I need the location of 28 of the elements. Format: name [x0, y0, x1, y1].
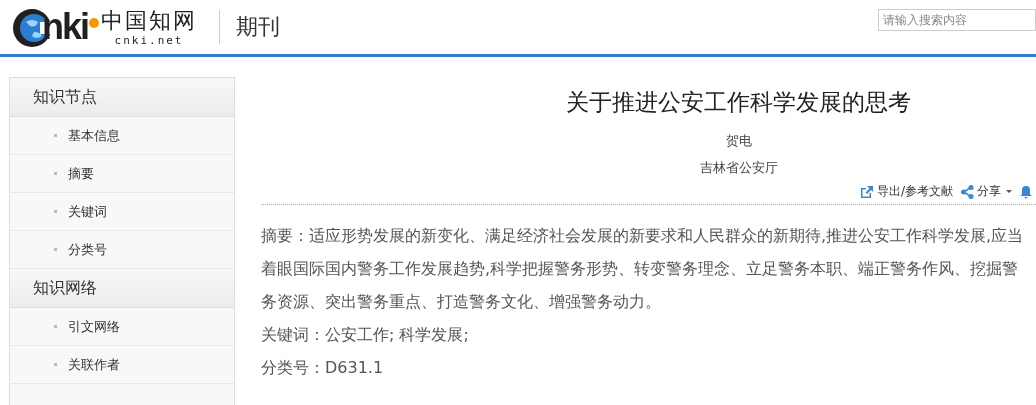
export-link[interactable]: 导出/参考文献 [859, 183, 953, 200]
dot-icon [89, 18, 99, 28]
section-title: 期刊 [236, 13, 280, 41]
search-field[interactable]: 请输入搜索内容 [878, 9, 1036, 31]
affiliation[interactable]: 吉林省公安厅 [699, 159, 778, 177]
logo-chinese-text: 中国知网 [101, 7, 197, 34]
author-name[interactable]: 贺电 [725, 132, 752, 150]
article-title: 关于推进公安工作科学发展的思考 [565, 88, 912, 117]
share-link[interactable]: 分享 [961, 183, 1012, 200]
bullet-icon [54, 325, 57, 328]
sidebar-item[interactable]: 关联作者 [10, 346, 234, 384]
sidebar-item[interactable]: 关键词 [10, 193, 234, 231]
export-icon [859, 184, 874, 199]
bullet-icon [54, 210, 57, 213]
sidebar-item[interactable]: 摘要 [10, 155, 234, 193]
bell-icon[interactable] [1020, 184, 1032, 199]
field-text: 摘要：适应形势发展的新变化、满足经济社会发展的新要求和人民群众的新期待,推进公安工作科学发展,应当着眼国际国内警务工作发展趋势,科学把握警务形势、转变警务理念、立足警务本职、端正警务作风、挖掘警务资源、突出警务重点、打造警务文化、增强警务动力。 [261, 225, 1025, 313]
bullet-icon [54, 134, 57, 137]
bullet-icon [54, 248, 57, 251]
field-text: 关键词：公安工作; 科学发展; [261, 324, 470, 346]
logo-text: nki [42, 7, 88, 47]
sidebar-item[interactable]: 引文网络 [10, 308, 234, 346]
field-text: 分类号：D631.1 [261, 357, 385, 379]
share-icon [961, 184, 974, 199]
bullet-icon [54, 363, 57, 366]
bullet-icon [54, 172, 57, 175]
logo-domain-text: cnki.net [114, 33, 184, 47]
sidebar-item[interactable]: 基本信息 [10, 117, 234, 155]
